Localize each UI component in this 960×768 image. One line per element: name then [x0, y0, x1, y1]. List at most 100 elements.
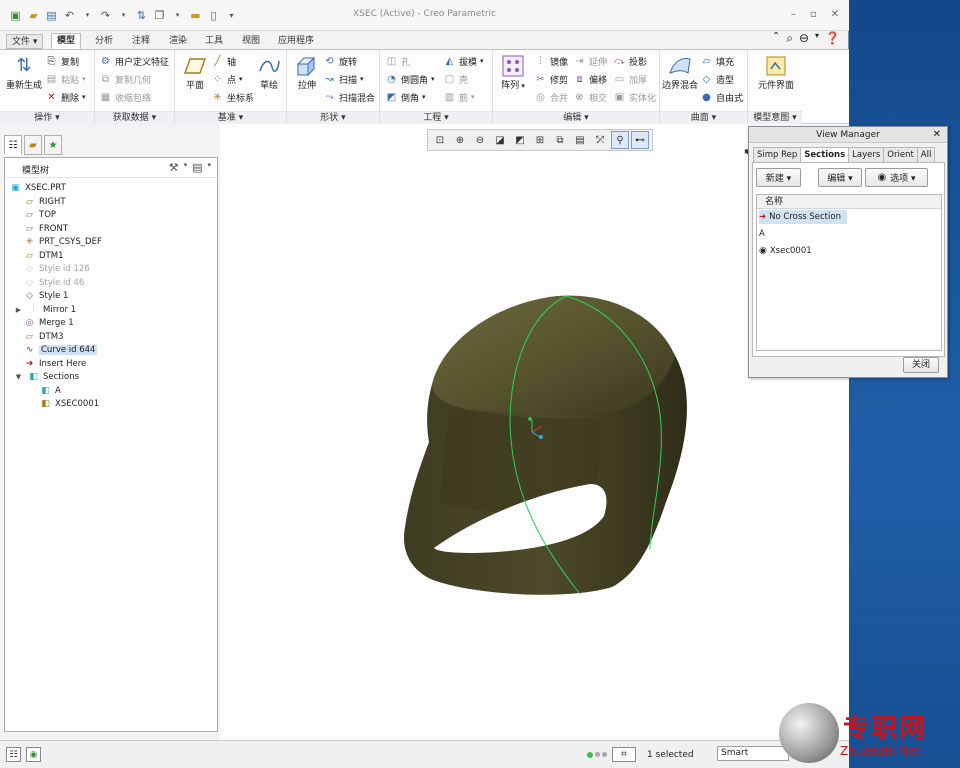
tree-item[interactable]: ▶ ⫶ Mirror 1 [13, 303, 76, 316]
group-label-editing[interactable]: 编辑 ▾ [493, 111, 659, 125]
spin-center-icon[interactable]: ⊷ [631, 131, 649, 149]
swept-blend-button[interactable]: ⤳ 扫描混合 [323, 89, 376, 105]
group-label-shapes[interactable]: 形状 ▾ [287, 111, 379, 125]
copy-button[interactable]: ⎘ 复制 [45, 53, 80, 69]
view-manager-icon[interactable]: ⧉ [551, 131, 569, 149]
delete-button[interactable]: ✕ 删除 ▾ [45, 89, 85, 105]
close-icon[interactable]: ✕ [933, 127, 941, 143]
regenerate-button[interactable]: ⇅ 重新生成 [4, 54, 44, 92]
boundary-blend-button[interactable]: 边界混合 [660, 54, 700, 91]
tree-item[interactable]: ∿ Curve id 644 [24, 343, 98, 356]
dropdown-icon[interactable]: ▾ [184, 161, 188, 174]
trim-button[interactable]: ✂ 修剪 [534, 71, 568, 87]
model-tree-tab-icon[interactable]: ☷ [4, 135, 22, 155]
tab-render[interactable]: 渲染 [164, 34, 192, 49]
edit-section-button[interactable]: 编辑 ▾ [818, 168, 862, 187]
thicken-button[interactable]: ▭ 加厚 [613, 71, 647, 87]
zoom-in-icon[interactable]: ⊕ [451, 131, 469, 149]
group-label-operations[interactable]: 操作 ▾ [0, 111, 94, 125]
community-icon[interactable]: ⊖ [799, 31, 809, 46]
tab-tools[interactable]: 工具 [200, 34, 228, 49]
favorites-tab-icon[interactable]: ★ [44, 135, 62, 155]
collapse-arrow-icon[interactable]: ▼ [13, 371, 24, 382]
extend-button[interactable]: ⇥ 延伸 [573, 53, 607, 69]
component-interface-button[interactable]: 元件界面 [754, 54, 798, 91]
dropdown-icon[interactable]: ▾ [207, 161, 211, 174]
rib-button[interactable]: ▥ 筋 ▾ [443, 89, 475, 105]
group-label-datum[interactable]: 基准 ▾ [175, 111, 286, 125]
close-button[interactable]: 关闭 [903, 357, 939, 373]
extrude-button[interactable]: 拉伸 [287, 54, 327, 91]
tree-item[interactable]: ▱ DTM1 [24, 249, 63, 262]
pattern-button[interactable]: 阵列 ▾ [493, 54, 533, 91]
tab-applications[interactable]: 应用程序 [273, 34, 319, 49]
copy-geometry-button[interactable]: ⧉ 复制几何 [99, 71, 151, 87]
help-icon[interactable]: ❓ [825, 31, 840, 46]
fill-button[interactable]: ▱ 填充 [700, 53, 734, 69]
tab-model[interactable]: 模型 [51, 33, 82, 50]
tree-item[interactable]: ▱ RIGHT [24, 195, 66, 208]
axis-button[interactable]: ╱ 轴 [211, 53, 236, 69]
tree-item[interactable]: ◇ Style 1 [24, 289, 68, 302]
plane-button[interactable]: 平面 [175, 54, 215, 91]
style-button[interactable]: ◇ 造型 [700, 71, 734, 87]
freestyle-button[interactable]: ● 自由式 [700, 89, 743, 105]
tree-item[interactable]: ➜ Insert Here [24, 357, 87, 370]
list-item[interactable]: ◉ Xsec0001 [759, 244, 812, 258]
tab-all[interactable]: All [916, 147, 936, 162]
annotation-display-icon[interactable]: ⚲ [611, 131, 629, 149]
offset-button[interactable]: ⧈ 偏移 [573, 71, 607, 87]
tree-item[interactable]: ✳ PRT_CSYS_DEF [24, 235, 102, 248]
minimize-icon[interactable]: – [791, 9, 796, 20]
selection-filter-select[interactable]: Smart [717, 746, 789, 761]
group-label-surfaces[interactable]: 曲面 ▾ [660, 111, 747, 125]
find-icon[interactable]: ⌗ [612, 747, 636, 762]
tab-annotate[interactable]: 注释 [127, 34, 155, 49]
paste-button[interactable]: ▤ 粘贴 ▾ [45, 71, 86, 87]
group-label-model-intent[interactable]: 模型意图 ▾ [748, 111, 802, 125]
tree-item[interactable]: ◧ XSEC0001 [40, 397, 99, 410]
search-icon[interactable]: ⌕ [786, 31, 793, 46]
udf-button[interactable]: ⚙ 用户定义特征 [99, 53, 169, 69]
tree-item[interactable]: ▣ XSEC.PRT [10, 181, 66, 194]
list-item[interactable]: A [759, 227, 765, 241]
csys-button[interactable]: ✳ 坐标系 [211, 89, 254, 105]
hole-button[interactable]: ◫ 孔 [385, 53, 410, 69]
project-button[interactable]: ⤼ 投影 [613, 53, 647, 69]
merge-button[interactable]: ◎ 合并 [534, 89, 568, 105]
display-style-icon[interactable]: ◩ [511, 131, 529, 149]
tree-item[interactable]: ▼ ◧ Sections [13, 370, 79, 383]
refit-icon[interactable]: ⊡ [431, 131, 449, 149]
sketch-button[interactable]: 草绘 [249, 54, 289, 91]
tree-item[interactable]: ▱ TOP [24, 208, 56, 221]
repaint-icon[interactable]: ◪ [491, 131, 509, 149]
point-button[interactable]: ⁘ 点 ▾ [211, 71, 242, 87]
zoom-out-icon[interactable]: ⊖ [471, 131, 489, 149]
close-icon[interactable]: ✕ [831, 9, 839, 20]
maximize-icon[interactable]: ▫ [810, 9, 817, 20]
intersect-button[interactable]: ⊗ 相交 [573, 89, 607, 105]
dropdown-icon[interactable]: ▾ [815, 31, 819, 46]
navigator-toggle-icon[interactable]: ☷ [6, 747, 21, 762]
collapse-ribbon-icon[interactable]: ⌃ [772, 31, 780, 46]
tree-item[interactable]: ▱ FRONT [24, 222, 68, 235]
revolve-button[interactable]: ⟲ 旋转 [323, 53, 357, 69]
tree-item[interactable]: ▱ DTM3 [24, 330, 63, 343]
chamfer-button[interactable]: ◩ 倒角 ▾ [385, 89, 426, 105]
sweep-button[interactable]: ↝ 扫描 ▾ [323, 71, 363, 87]
tab-simp-rep[interactable]: Simp Rep [753, 147, 802, 162]
list-item[interactable]: ➜ No Cross Section [759, 210, 847, 224]
tab-file[interactable]: 文件 ▾ [6, 34, 44, 49]
new-section-button[interactable]: 新建 ▾ [756, 168, 801, 187]
group-label-engineering[interactable]: 工程 ▾ [380, 111, 492, 125]
mirror-button[interactable]: ⫶ 镜像 [534, 53, 568, 69]
tab-sections[interactable]: Sections [800, 147, 850, 163]
tree-item[interactable]: ◎ Merge 1 [24, 316, 74, 329]
saved-orientations-icon[interactable]: ⊞ [531, 131, 549, 149]
tree-item[interactable]: ◇ Style id 126 [24, 262, 90, 275]
tab-orient[interactable]: Orient [883, 147, 918, 162]
draft-button[interactable]: ◭ 拔模 ▾ [443, 53, 484, 69]
tree-item[interactable]: ◇ Style id 46 [24, 276, 84, 289]
tree-columns-icon[interactable]: ▤ [192, 161, 202, 174]
tab-analysis[interactable]: 分析 [90, 34, 118, 49]
